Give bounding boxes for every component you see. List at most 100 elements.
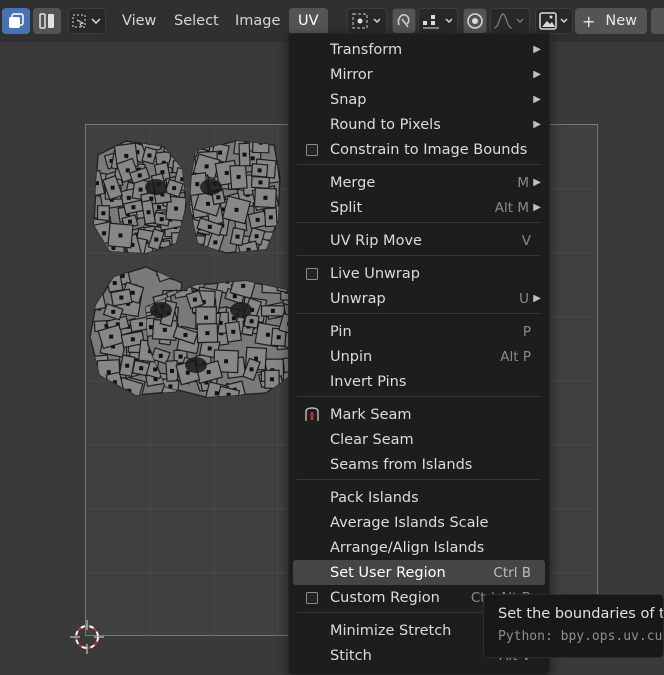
uv-island-detail — [230, 302, 252, 318]
falloff-dropdown[interactable] — [490, 8, 530, 34]
menu-separator — [297, 222, 541, 223]
menu-item-split[interactable]: Split Alt M ▶ — [293, 195, 545, 220]
menu-item-label: Round to Pixels — [330, 116, 441, 133]
submenu-arrow-icon: ▶ — [533, 44, 541, 55]
menu-item-label: Mirror — [330, 66, 373, 83]
menu-item-label: Minimize Stretch — [330, 622, 452, 639]
selection-mode-icon — [72, 14, 101, 28]
sync-selection-toggle[interactable] — [392, 8, 416, 34]
uv-island-detail — [185, 357, 207, 373]
menu-view[interactable]: View — [113, 8, 165, 34]
new-image-button[interactable]: + New — [575, 8, 647, 34]
menu-item-label: UV Rip Move — [330, 232, 422, 249]
menu-item-label: Stitch — [330, 647, 372, 664]
menu-item-unwrap[interactable]: Unwrap U ▶ — [293, 286, 545, 311]
menu-item-transform[interactable]: Transform ▶ — [293, 37, 545, 62]
submenu-arrow-icon: ▶ — [533, 94, 541, 105]
menu-item-label: Merge — [330, 174, 376, 191]
menu-item-label: Mark Seam — [330, 406, 412, 423]
menu-item-invert-pins[interactable]: Invert Pins — [293, 369, 545, 394]
menu-item-shortcut: M — [517, 174, 529, 191]
plus-icon: + — [582, 11, 596, 31]
menu-item-label: Snap — [330, 91, 367, 108]
submenu-arrow-icon: ▶ — [533, 69, 541, 80]
menu-item-set-user-region[interactable]: Set User Region Ctrl B — [293, 560, 545, 585]
pivot-point-icon — [352, 13, 381, 29]
menu-item-label: Pack Islands — [330, 489, 419, 506]
menu-item-seams-from-islands[interactable]: Seams from Islands — [293, 452, 545, 477]
menu-item-label: Custom Region — [330, 589, 440, 606]
menu-item-live-unwrap[interactable]: Live Unwrap — [293, 261, 545, 286]
submenu-arrow-icon: ▶ — [533, 119, 541, 130]
menu-item-label: Invert Pins — [330, 373, 407, 390]
new-button-label: New — [605, 13, 638, 29]
menu-item-uv-rip-move[interactable]: UV Rip Move V — [293, 228, 545, 253]
menu-item-label: Unwrap — [330, 290, 386, 307]
menu-item-label: Clear Seam — [330, 431, 414, 448]
menu-uv[interactable]: UV — [289, 8, 328, 34]
tooltip: Set the boundaries of the user region Py… — [483, 594, 664, 658]
uv-island — [93, 140, 187, 254]
menu-item-pin[interactable]: Pin P — [293, 319, 545, 344]
mark-seam-icon — [303, 406, 321, 424]
checkbox[interactable] — [306, 143, 318, 156]
sync-selection-icon — [397, 14, 410, 28]
menu-item-merge[interactable]: Merge M ▶ — [293, 170, 545, 195]
menu-item-mirror[interactable]: Mirror ▶ — [293, 62, 545, 87]
menu-select[interactable]: Select — [165, 8, 228, 34]
menu-item-label: Seams from Islands — [330, 456, 473, 473]
menu-separator — [297, 255, 541, 256]
uv-menu-dropdown: Transform ▶ Mirror ▶ Snap ▶ Round to Pixels ▶ Co… — [288, 33, 550, 675]
menu-item-shortcut: V — [521, 232, 531, 249]
menu-separator — [297, 313, 541, 314]
split-view-icon[interactable] — [33, 8, 61, 34]
menu-item-label: Split — [330, 199, 363, 216]
uv-editor-mode-icon[interactable] — [2, 8, 30, 34]
pivot-point-dropdown[interactable] — [347, 8, 387, 34]
menu-item-label: Unpin — [330, 348, 373, 365]
menu-item-label: Transform — [330, 41, 403, 58]
menu-item-arrange-align-islands[interactable]: Arrange/Align Islands — [293, 535, 545, 560]
uv-island — [189, 140, 281, 254]
menu-item-mark-seam[interactable]: Mark Seam — [293, 402, 545, 427]
menu-item-label: Average Islands Scale — [330, 514, 489, 531]
menu-item-shortcut: Alt P — [500, 348, 531, 365]
menu-item-shortcut: P — [522, 323, 531, 340]
menu-item-label: Arrange/Align Islands — [330, 539, 485, 556]
menu-item-constrain-to-image-bounds[interactable]: Constrain to Image Bounds — [293, 137, 545, 162]
selection-mode-dropdown[interactable] — [68, 8, 106, 34]
menu-item-shortcut: Ctrl B — [493, 564, 531, 581]
menu-item-shortcut: U — [519, 290, 529, 307]
menu-item-pack-islands[interactable]: Pack Islands — [293, 485, 545, 510]
uv-island-detail — [200, 179, 222, 195]
submenu-arrow-icon: ▶ — [533, 202, 541, 213]
menu-item-clear-seam[interactable]: Clear Seam — [293, 427, 545, 452]
menu-item-label: Live Unwrap — [330, 265, 420, 282]
menu-image[interactable]: Image — [226, 8, 289, 34]
2d-cursor-icon[interactable] — [70, 620, 104, 658]
image-browse-dropdown[interactable] — [535, 8, 573, 34]
snap-dropdown[interactable] — [418, 8, 458, 34]
menu-item-label: Set User Region — [330, 564, 446, 581]
proportional-edit-toggle[interactable] — [463, 8, 487, 34]
tooltip-python: Python: bpy.ops.uv.custom_region_set() — [498, 629, 663, 644]
checkbox[interactable] — [306, 267, 318, 280]
menu-item-snap[interactable]: Snap ▶ — [293, 87, 545, 112]
submenu-arrow-icon: ▶ — [533, 293, 541, 304]
menu-item-average-islands-scale[interactable]: Average Islands Scale — [293, 510, 545, 535]
menu-item-round-to-pixels[interactable]: Round to Pixels ▶ — [293, 112, 545, 137]
proportional-edit-icon — [467, 13, 483, 29]
menu-item-label: Pin — [330, 323, 352, 340]
menu-separator — [297, 479, 541, 480]
checkbox[interactable] — [306, 591, 318, 604]
image-browse-icon — [539, 12, 568, 30]
submenu-arrow-icon: ▶ — [533, 177, 541, 188]
menu-separator — [297, 164, 541, 165]
menu-separator — [297, 396, 541, 397]
uv-island-detail — [145, 179, 167, 195]
falloff-curve-icon — [493, 13, 524, 29]
menu-item-shortcut: Alt M — [494, 199, 529, 216]
menu-item-unpin[interactable]: Unpin Alt P — [293, 344, 545, 369]
header-overflow-button[interactable] — [651, 8, 664, 34]
uv-island-detail — [150, 302, 172, 318]
